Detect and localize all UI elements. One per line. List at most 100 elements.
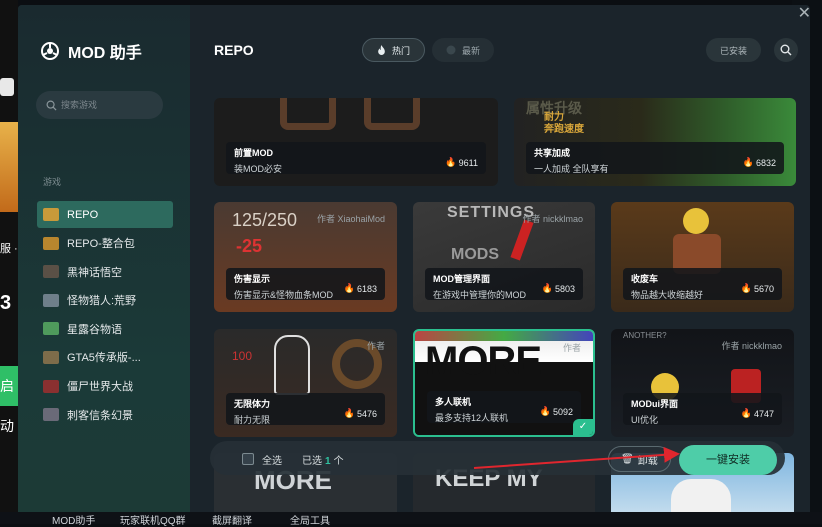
mod-author: 作者 nickklmao: [721, 339, 782, 352]
search-icon: [46, 100, 57, 111]
game-icon: [43, 380, 59, 393]
search-button[interactable]: [774, 38, 798, 62]
background-launch-button[interactable]: 启动: [0, 366, 18, 406]
selected-count: 已选1个: [302, 452, 344, 467]
taskbar-item[interactable]: 截屏翻译: [212, 512, 252, 527]
background-app-left: 服 · 3 启动: [0, 0, 18, 524]
mod-card[interactable]: 100 作者 无限体力 耐力无限 🔥5476: [214, 329, 397, 437]
tab-label: 最新: [462, 44, 480, 57]
download-count: 🔥5670: [741, 283, 774, 294]
mod-card[interactable]: 收废车 物品越大收缩越好 🔥5670: [611, 202, 794, 312]
game-list: REPO REPO-整合包黑神话悟空怪物猎人:荒野星露谷物语 GTA5传承版-...…: [37, 201, 173, 430]
game-label: 怪物猎人:荒野: [67, 292, 136, 308]
count-value: 5803: [555, 284, 575, 294]
uninstall-button[interactable]: 🗑卸载: [608, 446, 671, 472]
flame-icon: 🔥: [445, 157, 456, 168]
download-count: 🔥6183: [344, 283, 377, 294]
mod-card[interactable]: SETTINGS MODS 作者 nickklmao MOD管理界面 在游戏中管…: [413, 202, 595, 312]
select-all-checkbox[interactable]: [242, 453, 254, 465]
sidebar-item-game[interactable]: REPO: [37, 201, 173, 228]
sidebar-item-game[interactable]: 黑神话悟空: [37, 258, 173, 285]
clock-icon: [446, 45, 456, 55]
game-icon: [43, 322, 59, 335]
count-value: 5476: [357, 409, 377, 419]
select-all-label[interactable]: 全选: [262, 452, 282, 467]
flame-icon: 🔥: [741, 408, 752, 419]
flame-icon: 🔥: [344, 408, 355, 419]
game-label: 黑神话悟空: [67, 264, 122, 280]
logo-icon: [40, 41, 60, 61]
tab-label: 热门: [392, 44, 410, 57]
count-value: 5670: [754, 284, 774, 294]
installed-button[interactable]: 已安装: [706, 38, 761, 62]
mod-card[interactable]: ANOTHER? 作者 nickklmao MODui界面 UI优化 🔥4747: [611, 329, 794, 437]
mod-card-selected[interactable]: MORE 作者 多人联机 最多支持12人联机 🔥5092 ✓: [413, 329, 595, 437]
mod-card[interactable]: 前置MOD 装MOD必安 🔥9611: [214, 98, 498, 186]
search-input[interactable]: [61, 100, 151, 110]
download-count: 🔥4747: [741, 408, 774, 419]
flame-icon: 🔥: [741, 283, 752, 294]
sidebar-item-game[interactable]: REPO-整合包: [37, 230, 173, 257]
flame-icon: 🔥: [540, 406, 551, 417]
count-value: 6183: [357, 284, 377, 294]
close-icon[interactable]: ✕: [798, 5, 810, 23]
mod-desc: 装MOD必安: [234, 162, 478, 175]
game-icon: [43, 265, 59, 278]
page-title: REPO: [214, 42, 254, 58]
install-all-button[interactable]: 一键安装: [679, 445, 777, 475]
game-label: GTA5传承版-...: [67, 349, 141, 365]
selected-number: 1: [325, 456, 331, 467]
mod-author: 作者 XiaohaiMod: [317, 212, 385, 225]
game-label: 刺客信条幻景: [67, 407, 133, 423]
background-banner: [0, 122, 18, 212]
sidebar-item-game[interactable]: 星露谷物语: [37, 315, 173, 342]
mod-desc: 一人加成 全队享有: [534, 162, 776, 175]
game-icon: [43, 237, 59, 250]
game-label: 星露谷物语: [67, 321, 122, 337]
selected-prefix: 已选: [302, 456, 322, 467]
sidebar: MOD 助手 游戏 REPOREPO-整合包黑神话悟空怪物猎人:荒野星露谷物语G…: [18, 5, 190, 524]
mod-info: 共享加成 一人加成 全队享有 🔥6832: [526, 142, 784, 174]
mod-author: 作者: [563, 341, 581, 354]
count-value: 6832: [756, 158, 776, 168]
mod-info: 多人联机 最多支持12人联机 🔥5092: [427, 391, 581, 423]
game-label: REPO: [67, 209, 98, 221]
sidebar-item-game[interactable]: 怪物猎人:荒野: [37, 287, 173, 314]
flame-icon: 🔥: [542, 283, 553, 294]
mod-info: MOD管理界面 在游戏中管理你的MOD 🔥5803: [425, 268, 583, 300]
mod-author: 作者 nickklmao: [522, 212, 583, 225]
download-count: 🔥5476: [344, 408, 377, 419]
checkmark-icon: ✓: [573, 419, 593, 435]
mod-info: 无限体力 耐力无限 🔥5476: [226, 393, 385, 425]
game-icon: [43, 208, 59, 221]
sidebar-item-game[interactable]: 僵尸世界大战: [37, 373, 173, 400]
mod-name: 前置MOD: [234, 146, 478, 159]
mod-info: 收废车 物品越大收缩越好 🔥5670: [623, 268, 782, 300]
game-icon: [43, 294, 59, 307]
count-value: 5092: [553, 407, 573, 417]
game-search-box[interactable]: [36, 91, 163, 119]
sidebar-item-game[interactable]: GTA5传承版-...: [37, 344, 173, 371]
games-section-label: 游戏: [43, 175, 61, 188]
mod-info: MODui界面 UI优化 🔥4747: [623, 393, 782, 425]
tab-new[interactable]: 最新: [432, 38, 494, 62]
flame-icon: 🔥: [344, 283, 355, 294]
flame-icon: 🔥: [743, 157, 754, 168]
mod-card[interactable]: 125/250 -25 作者 XiaohaiMod 伤害显示 伤害显示&怪物血条…: [214, 202, 397, 312]
game-icon: [43, 351, 59, 364]
taskbar-item[interactable]: MOD助手: [52, 512, 95, 527]
download-count: 🔥5803: [542, 283, 575, 294]
search-icon: [780, 44, 792, 56]
mod-info: 前置MOD 装MOD必安 🔥9611: [226, 142, 486, 174]
game-label: 僵尸世界大战: [67, 378, 133, 394]
uninstall-label: 卸载: [638, 452, 658, 467]
sidebar-item-game[interactable]: 刺客信条幻景: [37, 401, 173, 428]
mod-card[interactable]: 属性升级 耐力奔跑速度 共享加成 一人加成 全队享有 🔥6832: [514, 98, 796, 186]
mod-name: 共享加成: [534, 146, 776, 159]
background-icon: [0, 78, 14, 96]
taskbar-item[interactable]: 玩家联机QQ群: [120, 512, 186, 527]
taskbar-item[interactable]: 全局工具: [290, 512, 330, 527]
background-text: 服 ·: [0, 240, 18, 256]
flame-icon: [377, 45, 386, 55]
tab-hot[interactable]: 热门: [362, 38, 425, 62]
